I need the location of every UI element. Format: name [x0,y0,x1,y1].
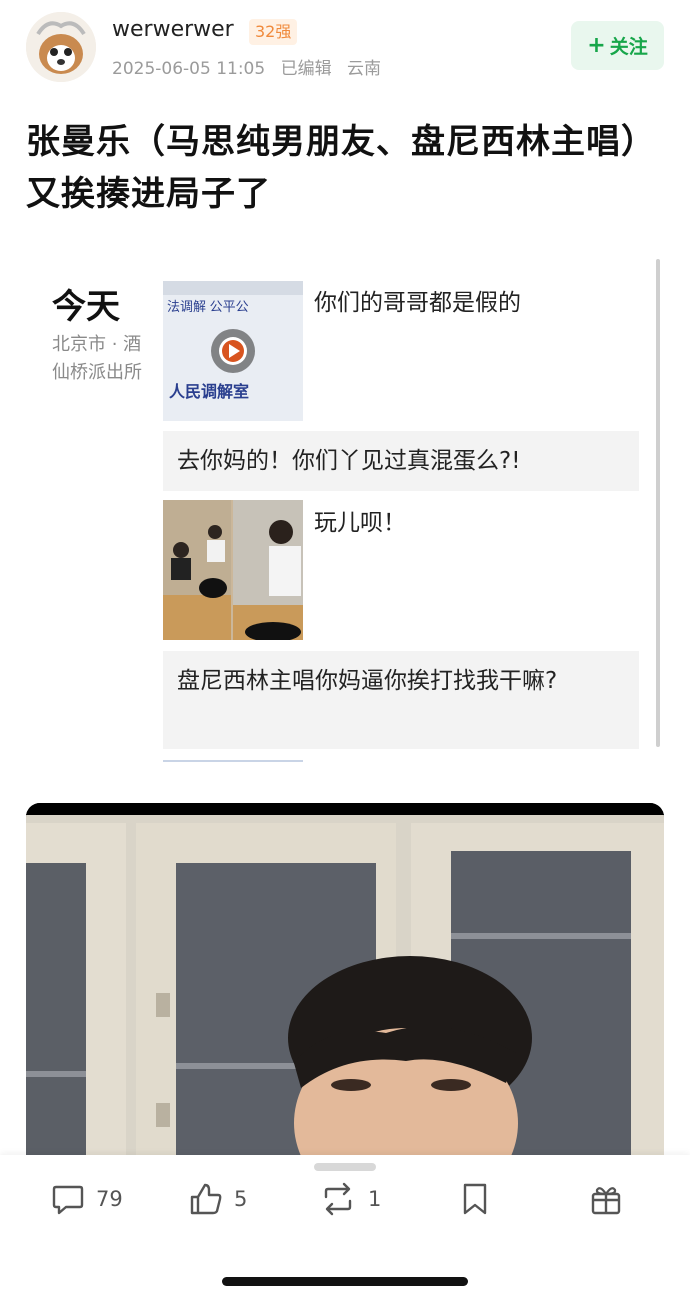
post-header: werwerwer 32强 2025-06-05 11:05 已编辑 云南 + … [0,0,690,95]
bookmark-button[interactable] [458,1179,492,1219]
post-title: 张曼乐（马思纯男朋友、盘尼西林主唱）又挨揍进局子了 [26,122,656,214]
like-button[interactable]: 5 [188,1179,247,1219]
home-indicator[interactable] [222,1277,468,1286]
repost-count: 1 [368,1187,382,1211]
chat-screenshot-image[interactable]: 今天 北京市 · 酒仙桥派出所 法调解 公平公 人民调解室 你们的哥哥都是假的 … [26,255,664,765]
bookmark-icon [463,1183,487,1215]
comment-icon [52,1185,84,1215]
gift-icon [591,1187,621,1215]
plus-icon: + [587,33,606,58]
post-photo[interactable] [26,803,664,1163]
follow-label: 关注 [609,36,648,58]
chat-scrollbar [656,259,660,747]
photo-thumbnail[interactable] [163,500,303,640]
post-meta: 2025-06-05 11:05 已编辑 云南 [112,54,391,79]
video-thumbnail[interactable]: 法调解 公平公 人民调解室 [163,281,303,421]
comment-count: 79 [96,1187,123,1211]
chat-divider [163,760,303,762]
like-count: 5 [234,1187,248,1211]
level-badge: 32强 [249,19,298,45]
chat-message-4: 盘尼西林主唱你妈逼你挨打找我干嘛? [163,651,639,749]
like-icon [190,1183,222,1215]
edited-label: 已编辑 [280,59,332,79]
chat-message-3: 玩儿呗！ [314,510,406,536]
follow-button[interactable]: + 关注 [571,21,664,70]
avatar[interactable] [26,12,96,82]
thumb-banner-bottom: 人民调解室 [169,382,249,401]
repost-icon [324,1182,352,1216]
chat-day-label: 今天 [52,287,120,327]
username[interactable]: werwerwer [112,17,234,42]
chat-location: 北京市 · 酒仙桥派出所 [52,334,142,383]
gift-button[interactable] [588,1179,624,1219]
repost-button[interactable]: 1 [318,1179,381,1219]
chat-message-1: 你们的哥哥都是假的 [314,290,521,316]
drag-handle[interactable] [314,1163,376,1171]
chat-message-2: 去你妈的！你们丫见过真混蛋么?! [163,431,639,491]
comment-button[interactable]: 79 [50,1179,123,1219]
post-timestamp: 2025-06-05 11:05 [112,59,266,79]
thumb-banner-top: 法调解 公平公 [167,299,249,314]
bottom-action-bar: 79 5 1 [0,1155,690,1301]
post-location: 云南 [347,59,382,79]
